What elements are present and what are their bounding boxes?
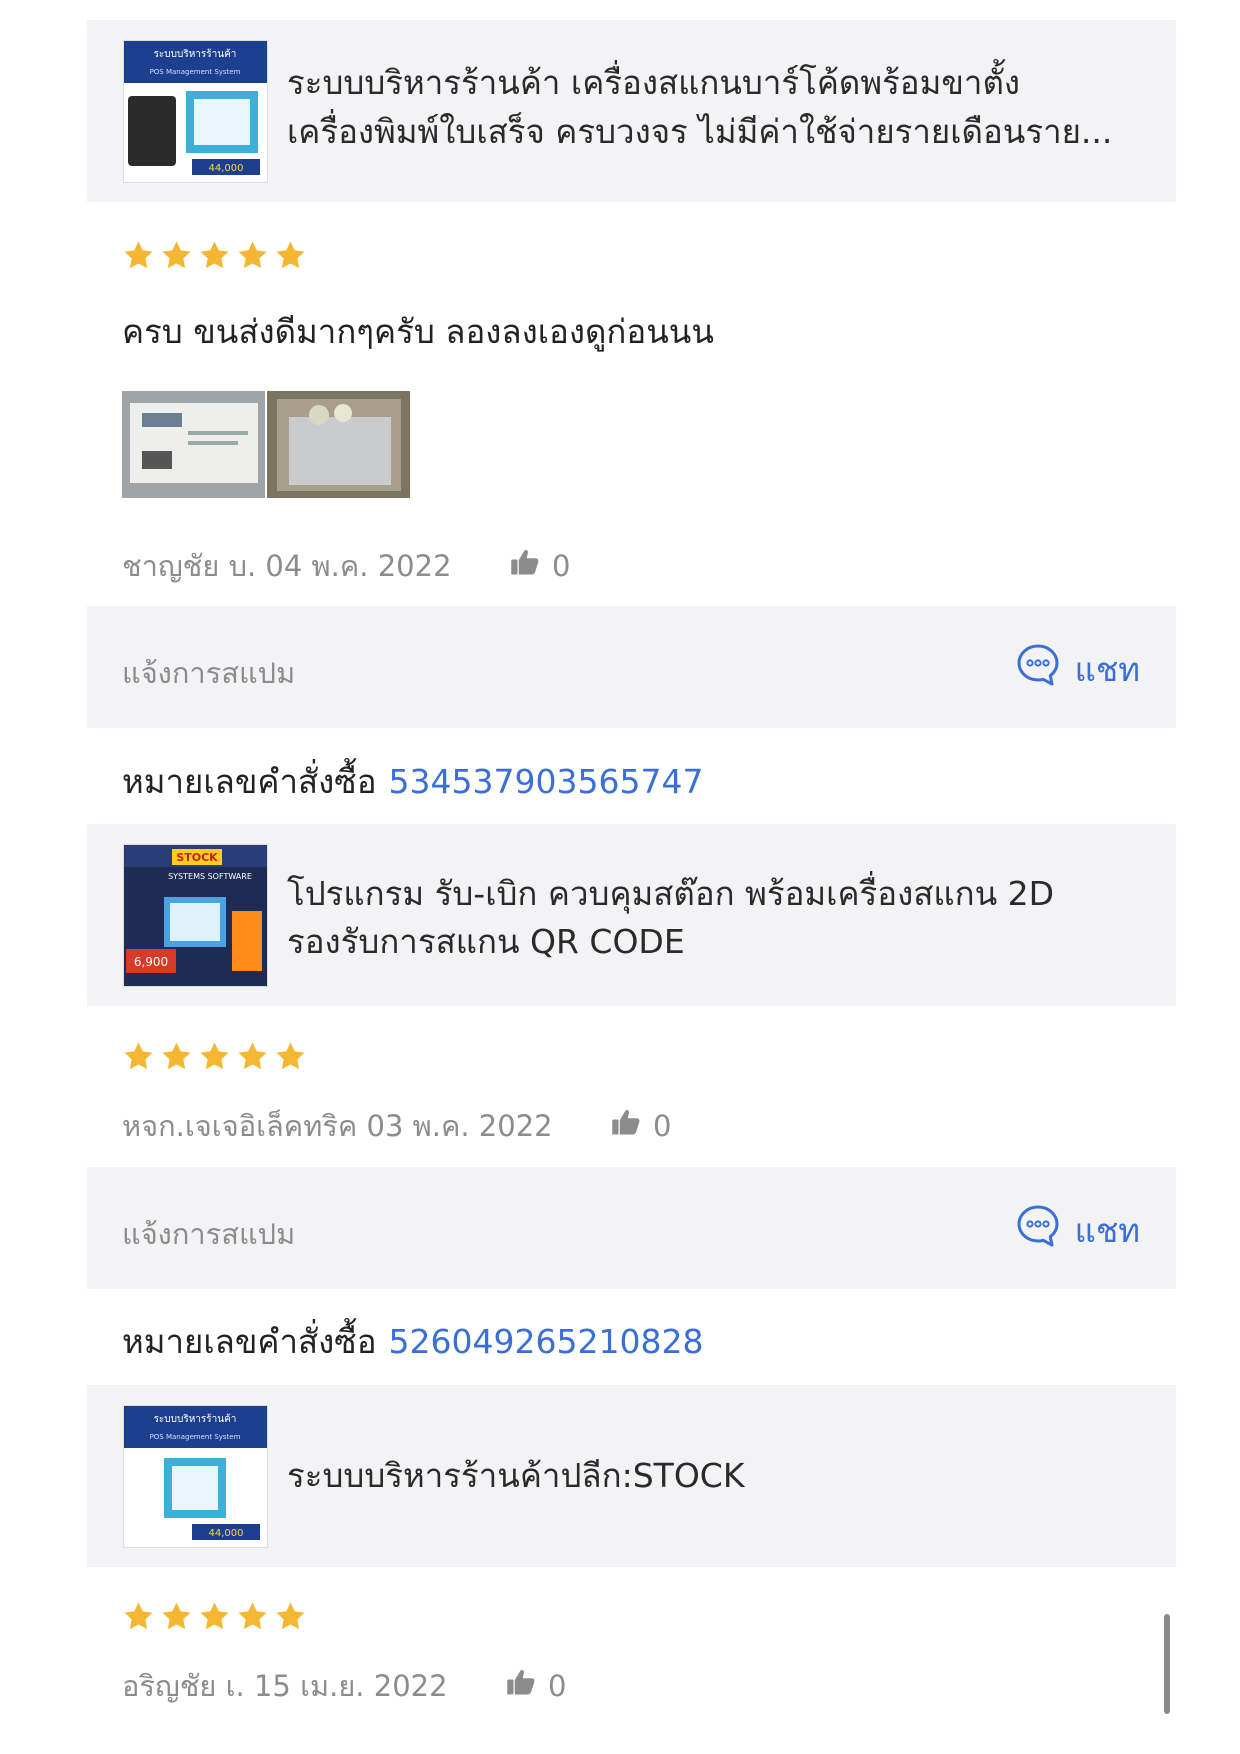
star-icon — [198, 241, 236, 276]
chat-button[interactable]: แชท — [1015, 1203, 1140, 1257]
thumb-text: ระบบบริหารร้านค้า — [154, 1413, 237, 1425]
thumbs-up-icon — [611, 1108, 641, 1143]
product-title-line-1: โปรแกรม รับ-เบิก ควบคุมสต๊อก พร้อมเครื่อ… — [287, 874, 1055, 913]
reviewer-name: หจก.เจเจอิเล็คทริค — [122, 1109, 358, 1143]
product-title-line-2: รองรับการสแกน QR CODE — [287, 922, 685, 961]
thumb-price: 44,000 — [209, 163, 244, 174]
order-label: หมายเลขคำสั่งซื้อ — [122, 1322, 377, 1361]
review-meta: หจก.เจเจอิเล็คทริค 03 พ.ค. 2022 0 — [122, 1103, 672, 1149]
chat-label: แชท — [1074, 649, 1140, 689]
like-button[interactable]: 0 — [510, 548, 570, 583]
thumb-subtext: POS Management System — [150, 1433, 241, 1441]
review-meta: อริญชัย เ. 15 เม.ย. 2022 0 — [122, 1663, 566, 1709]
star-icon — [236, 1602, 274, 1637]
star-icon — [274, 1602, 312, 1637]
product-card[interactable]: ระบบบริหารร้านค้า POS Management System … — [87, 20, 1176, 202]
reviewer-name: ชาญชัย บ. — [122, 549, 257, 583]
like-count: 0 — [653, 1108, 672, 1143]
thumb-text: STOCK — [176, 851, 218, 864]
report-spam-link[interactable]: แจ้งการสแปม — [122, 650, 295, 696]
thumbs-up-icon — [510, 548, 540, 583]
like-button[interactable]: 0 — [611, 1108, 672, 1143]
product-card[interactable]: STOCK SYSTEMS SOFTWARE 6,900 โปรแกรม รับ… — [87, 824, 1176, 1006]
star-rating — [122, 239, 312, 279]
star-icon — [160, 241, 198, 276]
thumb-subtext: SYSTEMS SOFTWARE — [168, 872, 252, 881]
chat-icon — [1015, 642, 1061, 696]
chat-button[interactable]: แชท — [1015, 642, 1140, 696]
product-card[interactable]: ระบบบริหารร้านค้า POS Management System … — [87, 1385, 1176, 1567]
star-icon — [122, 1042, 160, 1077]
star-rating — [122, 1600, 312, 1640]
review-date: 15 เม.ย. 2022 — [253, 1669, 448, 1703]
star-icon — [274, 241, 312, 276]
star-icon — [122, 241, 160, 276]
star-icon — [198, 1042, 236, 1077]
review-date: 03 พ.ค. 2022 — [366, 1109, 553, 1143]
like-button[interactable]: 0 — [506, 1668, 566, 1703]
product-title-line-2: เครื่องพิมพ์ใบเสร็จ ครบวงจร ไม่มีค่าใช้จ… — [287, 112, 1113, 151]
review-text: ครบ ขนส่งดีมากๆครับ ลองลงเองดูก่อนนน — [122, 312, 714, 351]
chat-icon — [1015, 1203, 1061, 1257]
star-icon — [198, 1602, 236, 1637]
order-number: หมายเลขคำสั่งซื้อ 534537903565747 — [122, 755, 703, 808]
chat-label: แชท — [1074, 1210, 1140, 1250]
product-title-line-1: ระบบบริหารร้านค้า เครื่องสแกนบาร์โค้ดพร้… — [287, 63, 1021, 102]
scrollbar[interactable] — [1164, 1614, 1170, 1714]
product-thumbnail[interactable]: ระบบบริหารร้านค้า POS Management System … — [123, 40, 268, 183]
order-label: หมายเลขคำสั่งซื้อ — [122, 762, 377, 801]
review-actions: แจ้งการสแปม แชท — [87, 606, 1176, 728]
review-photo[interactable] — [122, 391, 265, 498]
thumb-subtext: POS Management System — [150, 68, 241, 76]
star-icon — [122, 1602, 160, 1637]
star-icon — [160, 1042, 198, 1077]
product-thumbnail[interactable]: STOCK SYSTEMS SOFTWARE 6,900 — [123, 844, 268, 987]
thumb-text: ระบบบริหารร้านค้า — [154, 48, 237, 60]
star-icon — [274, 1042, 312, 1077]
product-title-line-1: ระบบบริหารร้านค้าปลีก:STOCK — [287, 1456, 745, 1495]
star-rating — [122, 1040, 312, 1080]
review-date: 04 พ.ค. 2022 — [265, 549, 452, 583]
order-id-link[interactable]: 526049265210828 — [389, 1322, 704, 1361]
order-id-link[interactable]: 534537903565747 — [389, 762, 704, 801]
review-photo[interactable] — [267, 391, 410, 498]
reviewer-name: อริญชัย เ. — [122, 1669, 245, 1703]
thumb-price: 6,900 — [134, 955, 168, 969]
star-icon — [160, 1602, 198, 1637]
review-actions: แจ้งการสแปม แชท — [87, 1167, 1176, 1289]
product-thumbnail[interactable]: ระบบบริหารร้านค้า POS Management System … — [123, 1405, 268, 1548]
thumbs-up-icon — [506, 1668, 536, 1703]
thumb-price: 44,000 — [209, 1528, 244, 1539]
order-number: หมายเลขคำสั่งซื้อ 526049265210828 — [122, 1315, 703, 1368]
like-count: 0 — [548, 1668, 567, 1703]
like-count: 0 — [551, 548, 571, 583]
review-meta: ชาญชัย บ. 04 พ.ค. 2022 0 — [122, 543, 570, 589]
star-icon — [236, 1042, 274, 1077]
star-icon — [236, 241, 274, 276]
report-spam-link[interactable]: แจ้งการสแปม — [122, 1211, 295, 1257]
